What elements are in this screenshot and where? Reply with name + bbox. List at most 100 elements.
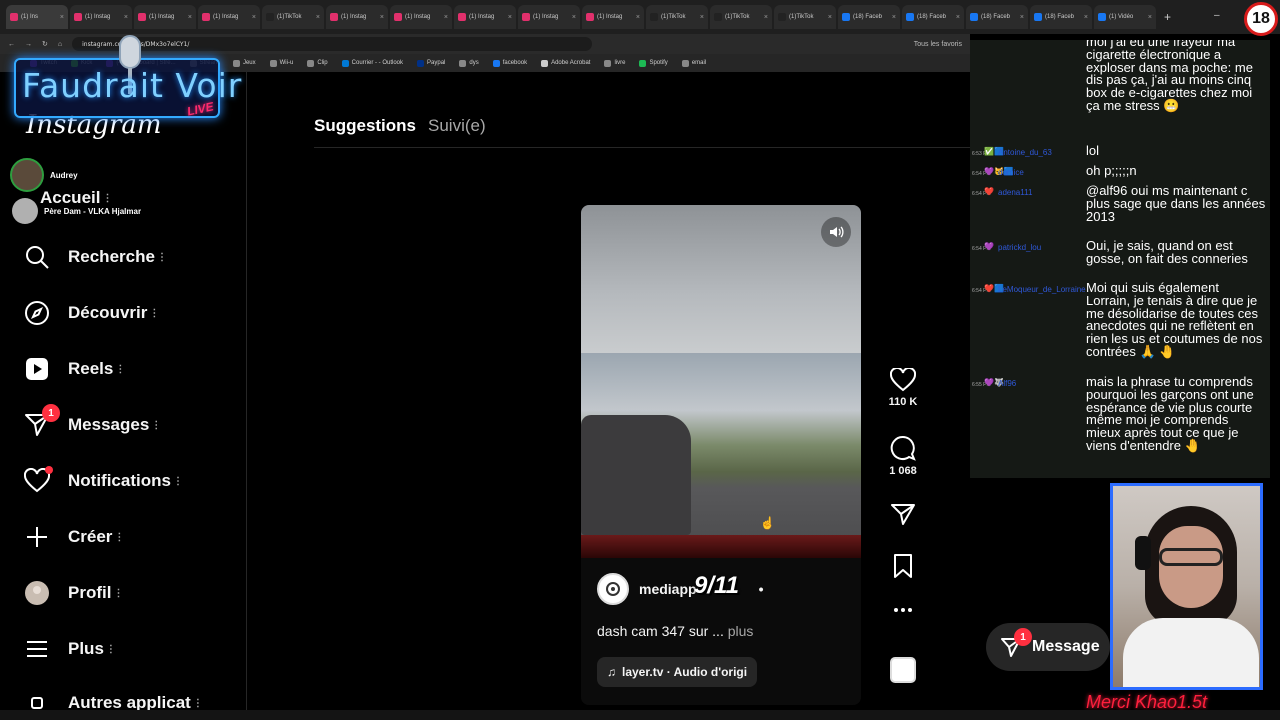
browser-tab[interactable]: (1) Instag × (518, 5, 580, 29)
sidebar-item-menu[interactable]: Plus ⋮ (24, 636, 116, 662)
browser-tab[interactable]: (1) Ins × (6, 5, 68, 29)
close-icon[interactable]: × (1084, 14, 1088, 21)
reel-audio-button[interactable]: ♫ layer.tv · Audio d'origi (597, 657, 758, 687)
reel-username[interactable]: mediapp (639, 581, 697, 597)
sidebar-item-compass[interactable]: Découvrir ⋮ (24, 300, 159, 326)
browser-tab[interactable]: (1) Vidéo × (1094, 5, 1156, 29)
bookmark-icon (894, 554, 912, 578)
headphones-icon (1135, 536, 1151, 570)
tab-label: (1) Ins (21, 14, 39, 20)
browser-tab[interactable]: (1)TikTok × (710, 5, 772, 29)
chat-text: lol (1086, 143, 1100, 158)
close-icon[interactable]: × (188, 14, 192, 21)
chat-text: Moi qui suis également Lorrain, je tenai… (1086, 280, 1263, 359)
close-icon[interactable]: × (60, 14, 64, 21)
bookmark-icon (492, 59, 500, 67)
all-bookmarks-label[interactable]: Tous les favoris (914, 41, 962, 48)
like-button[interactable]: 110 K (884, 368, 922, 408)
close-icon[interactable]: × (1148, 14, 1152, 21)
sidebar-item-plus[interactable]: Créer ⋮ (24, 524, 124, 550)
tab-suggestions[interactable]: Suggestions (314, 116, 416, 136)
browser-tab[interactable]: (1) Instag × (454, 5, 516, 29)
sidebar-item-search[interactable]: Recherche ⋮ (24, 244, 167, 270)
caption-more-link[interactable]: plus (728, 623, 754, 639)
sound-button[interactable] (821, 217, 851, 247)
browser-tab[interactable]: (1)TikTok × (646, 5, 708, 29)
bookmark-item[interactable]: facebook (492, 59, 527, 67)
messages-label: Message (1032, 638, 1100, 655)
browser-tab[interactable]: (1) Instag × (390, 5, 452, 29)
close-icon[interactable]: × (572, 14, 576, 21)
browser-tab[interactable]: (1) Instag × (198, 5, 260, 29)
bookmark-item[interactable]: livre (604, 59, 625, 67)
mouse-cursor-icon: ☝ (760, 516, 775, 530)
sidebar-item-label: Recherche (68, 247, 155, 266)
close-icon[interactable]: × (956, 14, 960, 21)
sidebar-item-reels[interactable]: Reels ⋮ (24, 356, 125, 382)
avatar[interactable] (597, 573, 629, 605)
close-icon[interactable]: × (636, 14, 640, 21)
browser-tab[interactable]: (1) Instag × (582, 5, 644, 29)
save-button[interactable] (884, 553, 922, 579)
close-icon[interactable]: × (124, 14, 128, 21)
comment-button[interactable]: 1 068 (884, 435, 922, 477)
bookmark-item[interactable]: dys (459, 59, 479, 67)
chat-username: LeMoqueur_de_Lorraine (998, 285, 1086, 294)
tab-label: (18) Faceb (1045, 14, 1075, 20)
sidebar-item-heart[interactable]: Notifications ⋮ (24, 466, 183, 494)
audio-thumbnail[interactable] (890, 657, 916, 683)
browser-tab[interactable]: (1) Instag × (326, 5, 388, 29)
close-icon[interactable]: × (380, 14, 384, 21)
browser-tab[interactable]: (18) Faceb × (966, 5, 1028, 29)
bookmark-item[interactable]: email (681, 59, 706, 67)
browser-tab[interactable]: (1)TikTok × (262, 5, 324, 29)
tab-label: (1) Instag (469, 14, 495, 20)
url-field[interactable]: instagram.com/reels/DMx3o7elCY1/ (72, 37, 593, 51)
browser-tab[interactable]: (1)TikTok × (774, 5, 836, 29)
close-icon[interactable]: × (444, 14, 448, 21)
browser-tab[interactable]: (1) Instag × (70, 5, 132, 29)
close-icon[interactable]: × (828, 14, 832, 21)
close-icon[interactable]: × (764, 14, 768, 21)
browser-tab[interactable]: (18) Faceb × (838, 5, 900, 29)
bookmark-item[interactable]: Paypal (417, 59, 445, 67)
tab-favicon-icon (202, 13, 210, 21)
chat-badges-icon: ❤️ (984, 187, 994, 196)
sidebar-item-messages[interactable]: 1 Messages ⋮ (24, 404, 161, 438)
chat-username: Antoine_du_63 (998, 148, 1052, 157)
browser-tab[interactable]: (18) Faceb × (1030, 5, 1092, 29)
minimize-icon[interactable]: – (1214, 10, 1220, 21)
bookmark-item[interactable]: Courrier - - Outlook (341, 59, 403, 67)
close-icon[interactable]: × (316, 14, 320, 21)
browser-tab[interactable]: (18) Faceb × (902, 5, 964, 29)
bookmark-item[interactable]: Wii-u (269, 59, 293, 67)
new-tab-icon[interactable]: + (1164, 10, 1171, 24)
tab-label: (1) Instag (149, 14, 175, 20)
webcam-shirt (1123, 618, 1259, 687)
overflow-dots-icon: ⋮ (172, 475, 183, 487)
close-icon[interactable]: × (892, 14, 896, 21)
tab-following[interactable]: Suivi(e) (428, 116, 486, 136)
bookmark-item[interactable]: Spotify (639, 59, 668, 67)
reel-video[interactable]: mediapp • dash cam 347 sur ... plus ♫ la… (581, 205, 861, 705)
browser-tab[interactable]: (1) Instag × (134, 5, 196, 29)
reload-icon[interactable]: ↻ (42, 40, 48, 48)
forward-icon[interactable]: → (25, 41, 32, 48)
close-icon[interactable]: × (700, 14, 704, 21)
sidebar-item-avatar[interactable]: Profil ⋮ (24, 580, 123, 606)
close-icon[interactable]: × (1020, 14, 1024, 21)
bookmark-item[interactable]: Adobe Acrobat (541, 59, 590, 67)
share-button[interactable] (884, 502, 922, 526)
home-icon[interactable]: ⌂ (58, 41, 62, 48)
tab-favicon-icon (650, 13, 658, 21)
bookmark-item[interactable]: Clip (307, 59, 328, 67)
messages-floating-button[interactable]: 1 Message (986, 623, 1110, 671)
close-icon[interactable]: × (252, 14, 256, 21)
close-icon[interactable]: × (508, 14, 512, 21)
back-icon[interactable]: ← (8, 41, 15, 48)
more-options-button[interactable] (884, 606, 922, 614)
sidebar-item-home[interactable]: Accueil ⋮ (40, 188, 112, 208)
tab-label: (1) Instag (405, 14, 431, 20)
bookmark-icon (541, 59, 549, 67)
bottom-strip (0, 710, 1280, 720)
